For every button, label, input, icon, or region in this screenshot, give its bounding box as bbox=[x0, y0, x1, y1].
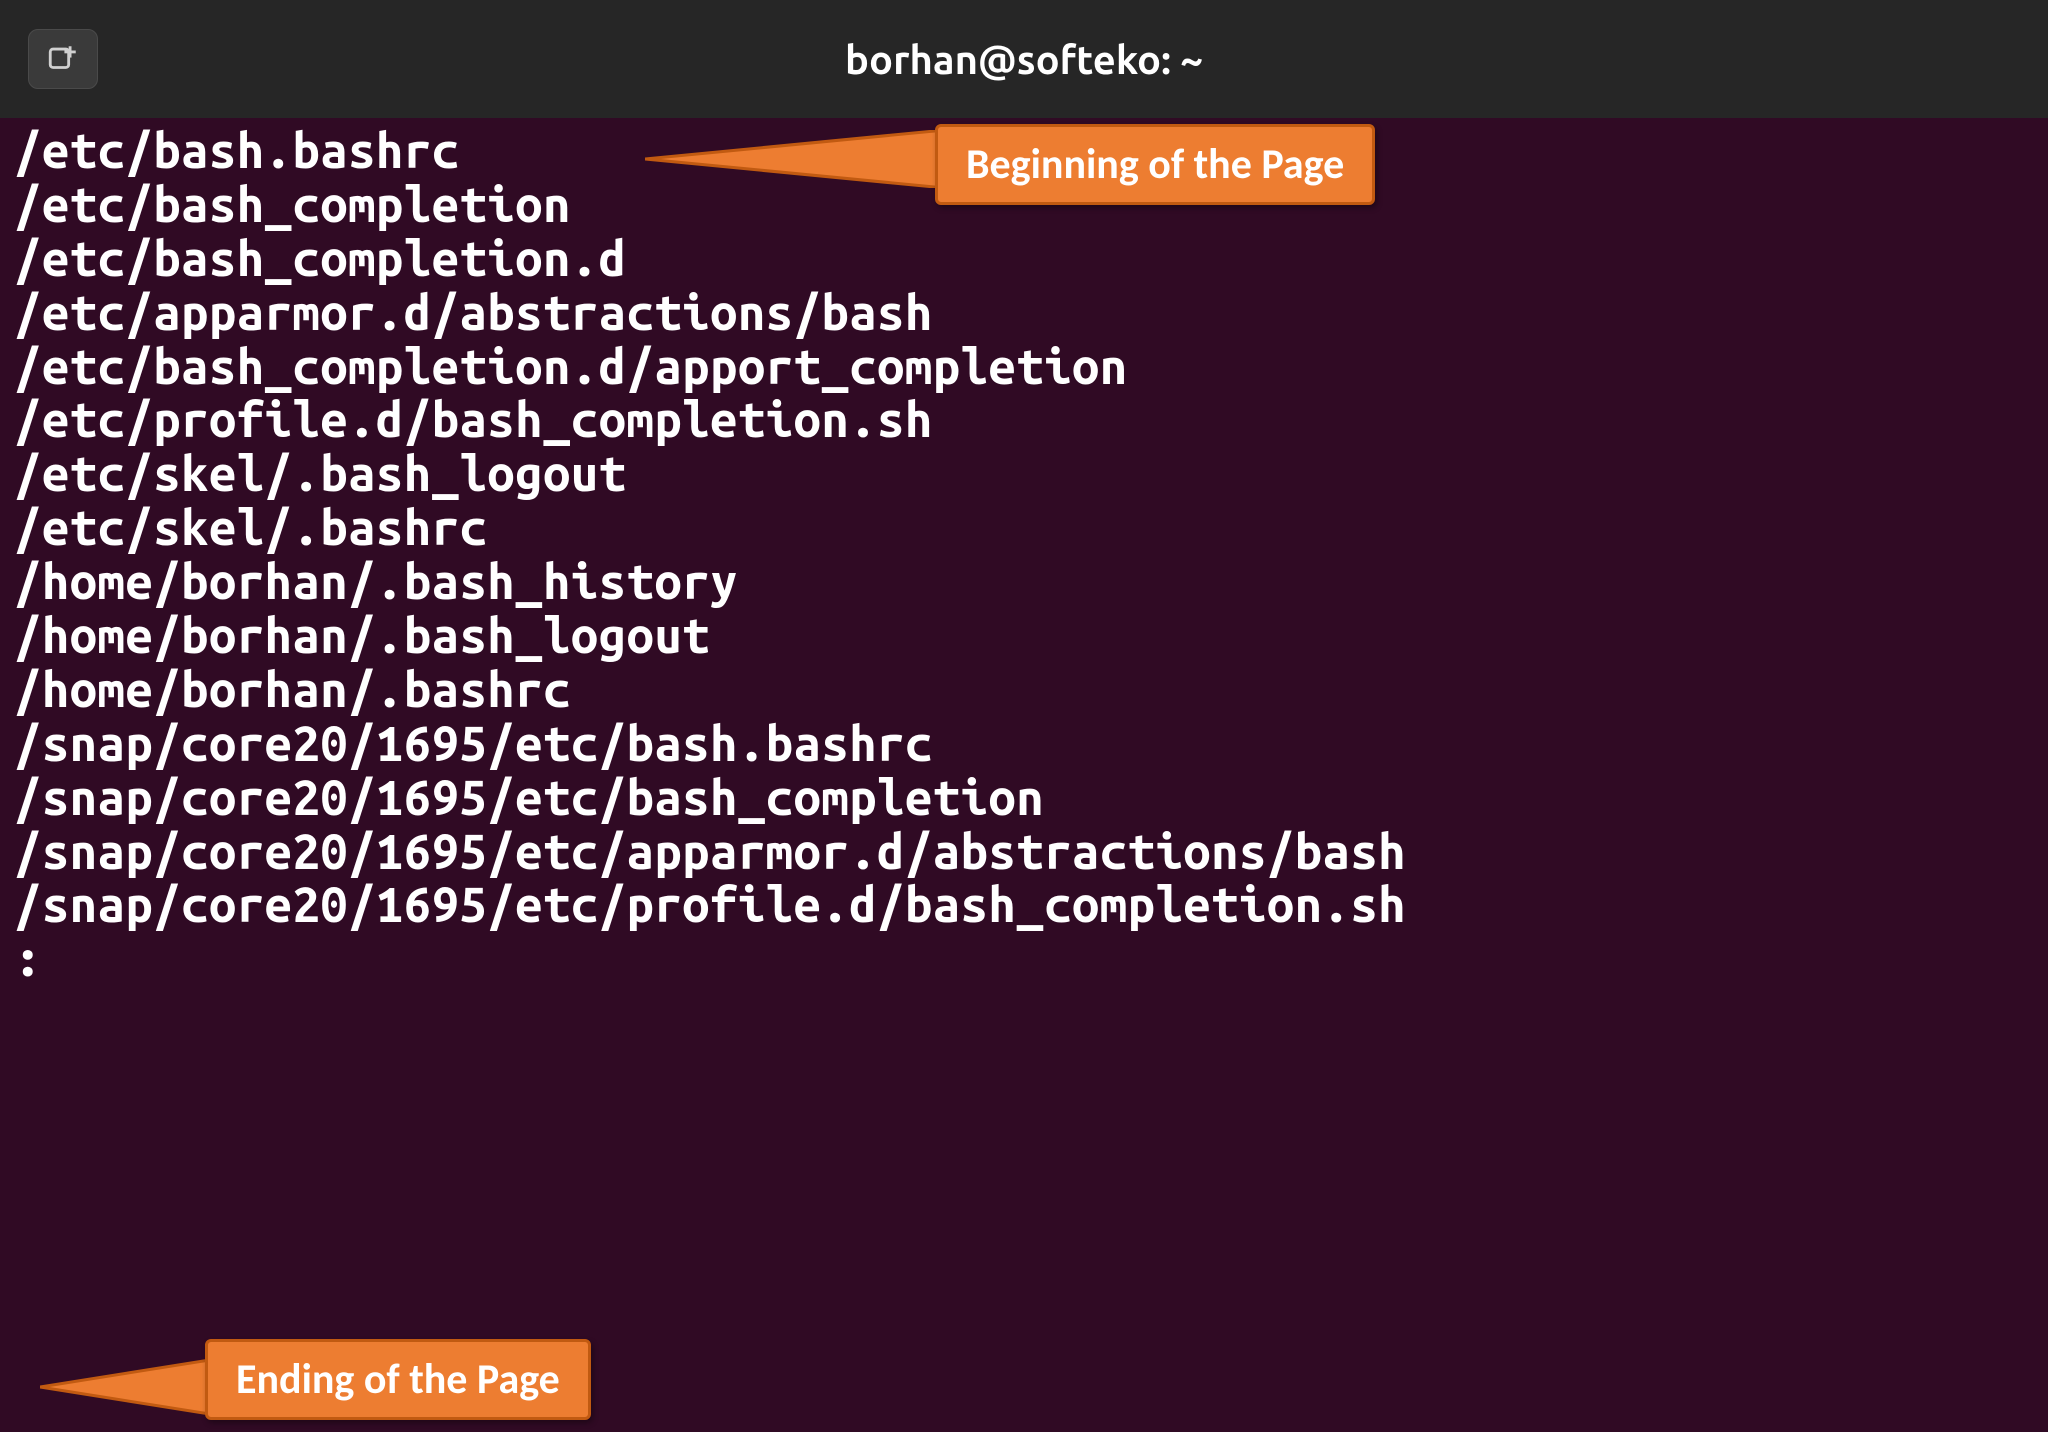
annotation-beginning: Beginning of the Page bbox=[935, 124, 1375, 205]
terminal-output[interactable]: /etc/bash.bashrc /etc/bash_completion /e… bbox=[0, 118, 2048, 986]
terminal-line: /etc/bash_completion.d bbox=[14, 232, 2034, 286]
terminal-line: /snap/core20/1695/etc/bash_completion bbox=[14, 771, 2034, 825]
terminal-line: /home/borhan/.bashrc bbox=[14, 663, 2034, 717]
terminal-line: /snap/core20/1695/etc/apparmor.d/abstrac… bbox=[14, 825, 2034, 879]
terminal-line: /etc/skel/.bash_logout bbox=[14, 447, 2034, 501]
terminal-line: /etc/skel/.bashrc bbox=[14, 501, 2034, 555]
new-tab-icon bbox=[46, 42, 80, 76]
terminal-line: /etc/profile.d/bash_completion.sh bbox=[14, 393, 2034, 447]
terminal-line: /home/borhan/.bash_logout bbox=[14, 609, 2034, 663]
terminal-line: /snap/core20/1695/etc/profile.d/bash_com… bbox=[14, 878, 2034, 932]
terminal-line: /etc/bash_completion.d/apport_completion bbox=[14, 340, 2034, 394]
window-title: borhan@softeko: ~ bbox=[845, 37, 1203, 82]
title-bar: borhan@softeko: ~ bbox=[0, 0, 2048, 118]
terminal-line: /etc/apparmor.d/abstractions/bash bbox=[14, 286, 2034, 340]
terminal-line: /home/borhan/.bash_history bbox=[14, 555, 2034, 609]
terminal-line: /snap/core20/1695/etc/bash.bashrc bbox=[14, 717, 2034, 771]
new-tab-button[interactable] bbox=[28, 29, 98, 89]
callout-arrow-icon bbox=[40, 1359, 216, 1415]
annotation-ending: Ending of the Page bbox=[205, 1339, 591, 1420]
pager-prompt[interactable]: : bbox=[14, 932, 2034, 986]
